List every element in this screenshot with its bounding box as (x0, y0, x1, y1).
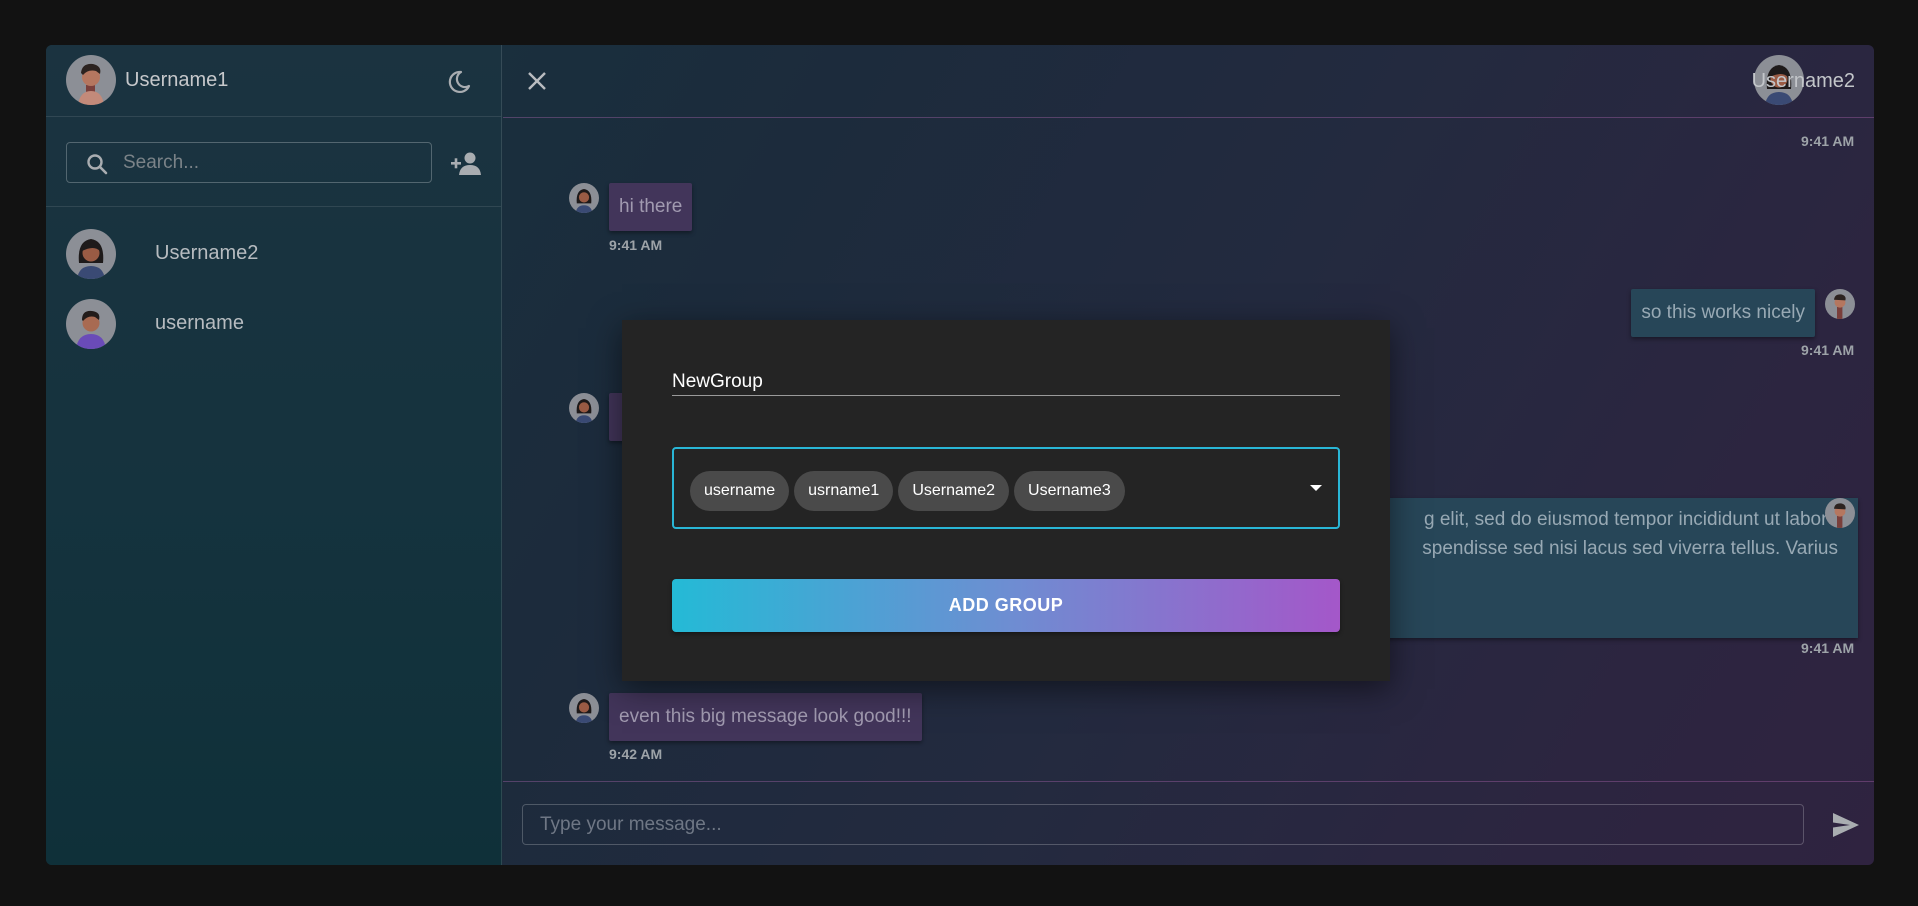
contact-avatar (66, 229, 116, 279)
avatar-male-icon (1834, 503, 1846, 528)
send-icon (1833, 813, 1859, 837)
message-time: 9:41 AM (1801, 133, 1855, 149)
contact-item[interactable]: username (66, 297, 476, 351)
sender-avatar (569, 693, 599, 723)
member-chip[interactable]: username (690, 471, 790, 511)
member-chip[interactable]: Username2 (898, 471, 1010, 511)
sidebar-header: Username1 (46, 45, 501, 117)
search-row (46, 117, 501, 207)
avatar-male-icon (76, 310, 106, 349)
avatar-female-icon (575, 189, 593, 213)
close-icon (528, 72, 546, 90)
sender-avatar (1825, 289, 1855, 319)
contact-name: Username2 (155, 242, 259, 264)
message-composer (503, 781, 1874, 865)
avatar-male-icon (78, 63, 104, 105)
current-user-avatar[interactable] (66, 55, 116, 105)
chat-header: Username2 (503, 45, 1874, 118)
sender-avatar (569, 183, 599, 213)
message-bubble-incoming: hi there (609, 183, 693, 231)
avatar-male-icon (1834, 294, 1846, 319)
contact-avatar (66, 299, 116, 349)
sidebar: Username1 Search... Username2 username (46, 45, 502, 865)
member-select[interactable]: username usrname1 Username2 Username3 (672, 447, 1340, 529)
add-group-dialog: username usrname1 Username2 Username3 AD… (622, 320, 1390, 681)
chat-app: Username1 Search... Username2 username U… (46, 45, 1874, 865)
theme-toggle-button[interactable] (443, 67, 473, 97)
add-group-button[interactable]: ADD GROUP (672, 579, 1340, 632)
message-time: 9:41 AM (1801, 640, 1855, 656)
message-time: 9:42 AM (609, 746, 663, 762)
search-input[interactable] (123, 143, 423, 182)
caret-down-icon[interactable] (1310, 485, 1322, 491)
send-button[interactable] (1831, 811, 1861, 839)
search-icon (87, 154, 108, 175)
message-time: 9:41 AM (1801, 342, 1855, 358)
contact-name: username (155, 312, 244, 334)
search-field[interactable] (66, 142, 432, 183)
person-add-icon (451, 152, 481, 175)
close-chat-button[interactable] (523, 67, 551, 95)
current-user-name: Username1 (125, 69, 229, 91)
sender-avatar (1825, 498, 1855, 528)
peer-name: Username2 (1751, 70, 1855, 92)
sender-avatar (569, 393, 599, 423)
avatar-female-icon (77, 239, 105, 279)
contact-item[interactable]: Username2 (66, 227, 476, 281)
avatar-female-icon (575, 699, 593, 723)
member-chip[interactable]: usrname1 (794, 471, 894, 511)
add-user-button[interactable] (450, 151, 484, 177)
message-time: 9:41 AM (609, 237, 663, 253)
member-chip[interactable]: Username3 (1014, 471, 1125, 511)
avatar-female-icon (575, 399, 593, 423)
selected-members: username usrname1 Username2 Username3 (690, 471, 1125, 511)
group-name-input[interactable] (672, 368, 1340, 396)
message-bubble-outgoing: so this works nicely (1631, 289, 1815, 337)
moon-icon (448, 70, 471, 93)
message-input[interactable] (522, 804, 1804, 845)
message-bubble-incoming: even this big message look good!!! (609, 693, 922, 741)
